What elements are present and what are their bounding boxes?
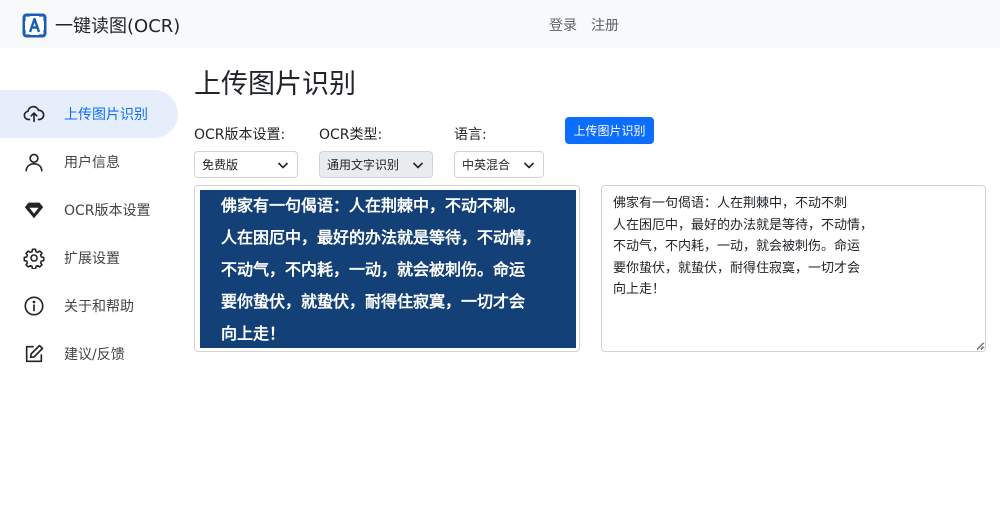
gear-icon bbox=[22, 246, 46, 270]
sidebar: 上传图片识别 用户信息 OCR版本设置 扩展设置 关于和帮助 建议/反馈 bbox=[0, 90, 180, 378]
ocr-version-select[interactable]: 免费版 bbox=[194, 151, 298, 178]
user-icon bbox=[22, 150, 46, 174]
language-label: 语言: bbox=[454, 127, 487, 143]
chevron-down-icon bbox=[277, 162, 289, 169]
cloud-upload-icon bbox=[22, 102, 46, 126]
sidebar-item-label: 扩展设置 bbox=[64, 251, 120, 267]
language-select[interactable]: 中英混合 bbox=[454, 151, 544, 178]
page-title: 上传图片识别 bbox=[194, 69, 356, 100]
uploaded-image: 佛家有一句偈语：人在荆棘中，不动不刺。 人在困厄中，最好的办法就是等待，不动情，… bbox=[200, 190, 576, 348]
sidebar-item-label: 建议/反馈 bbox=[64, 347, 125, 363]
ocr-version-label: OCR版本设置: bbox=[194, 127, 286, 143]
ocr-result-textarea[interactable]: 佛家有一句偈语：人在荆棘中，不动不刺 人在困厄中，最好的办法就是等待，不动情， … bbox=[601, 185, 986, 352]
sidebar-item-label: OCR版本设置 bbox=[64, 203, 151, 219]
image-text-line: 要你蛰伏，就蛰伏，耐得住寂寞，一切才会 bbox=[221, 292, 526, 311]
diamond-icon bbox=[22, 198, 46, 222]
image-text-line: 佛家有一句偈语：人在荆棘中，不动不刺。 bbox=[221, 196, 526, 215]
register-link[interactable]: 注册 bbox=[591, 15, 619, 35]
ocr-type-select[interactable]: 通用文字识别 bbox=[319, 151, 433, 178]
upload-image-button[interactable]: 上传图片识别 bbox=[565, 117, 654, 144]
top-navbar: 一键读图(OCR) 登录 注册 bbox=[0, 0, 1000, 48]
sidebar-item-upload[interactable]: 上传图片识别 bbox=[0, 90, 178, 138]
image-preview: 佛家有一句偈语：人在荆棘中，不动不刺。 人在困厄中，最好的办法就是等待，不动情，… bbox=[194, 185, 580, 352]
info-icon bbox=[22, 294, 46, 318]
sidebar-item-label: 用户信息 bbox=[64, 155, 120, 171]
brand-title: 一键读图(OCR) bbox=[55, 16, 181, 37]
chevron-down-icon bbox=[523, 162, 535, 169]
language-value: 中英混合 bbox=[462, 158, 511, 172]
image-text-line: 人在困厄中，最好的办法就是等待，不动情， bbox=[221, 228, 542, 247]
login-link[interactable]: 登录 bbox=[549, 15, 577, 35]
resize-grip-icon[interactable] bbox=[976, 342, 984, 350]
nav-links: 登录 注册 bbox=[549, 15, 633, 35]
ocr-type-value: 通用文字识别 bbox=[327, 158, 400, 172]
sidebar-item-about-help[interactable]: 关于和帮助 bbox=[0, 282, 180, 330]
sidebar-item-label: 上传图片识别 bbox=[64, 107, 148, 123]
sidebar-item-label: 关于和帮助 bbox=[64, 299, 134, 315]
sidebar-item-extension-settings[interactable]: 扩展设置 bbox=[0, 234, 180, 282]
image-text-line: 不动气，不内耗，一动，就会被刺伤。命运 bbox=[221, 260, 526, 279]
sidebar-item-user-info[interactable]: 用户信息 bbox=[0, 138, 180, 186]
ocr-type-label: OCR类型: bbox=[319, 127, 383, 143]
ocr-version-value: 免费版 bbox=[202, 158, 239, 172]
chevron-down-icon bbox=[412, 162, 424, 169]
edit-icon bbox=[22, 342, 46, 366]
sidebar-item-ocr-version[interactable]: OCR版本设置 bbox=[0, 186, 180, 234]
sidebar-item-feedback[interactable]: 建议/反馈 bbox=[0, 330, 180, 378]
image-text-line: 向上走！ bbox=[221, 324, 286, 343]
app-logo-icon bbox=[22, 13, 47, 37]
brand[interactable]: 一键读图(OCR) bbox=[22, 12, 180, 38]
